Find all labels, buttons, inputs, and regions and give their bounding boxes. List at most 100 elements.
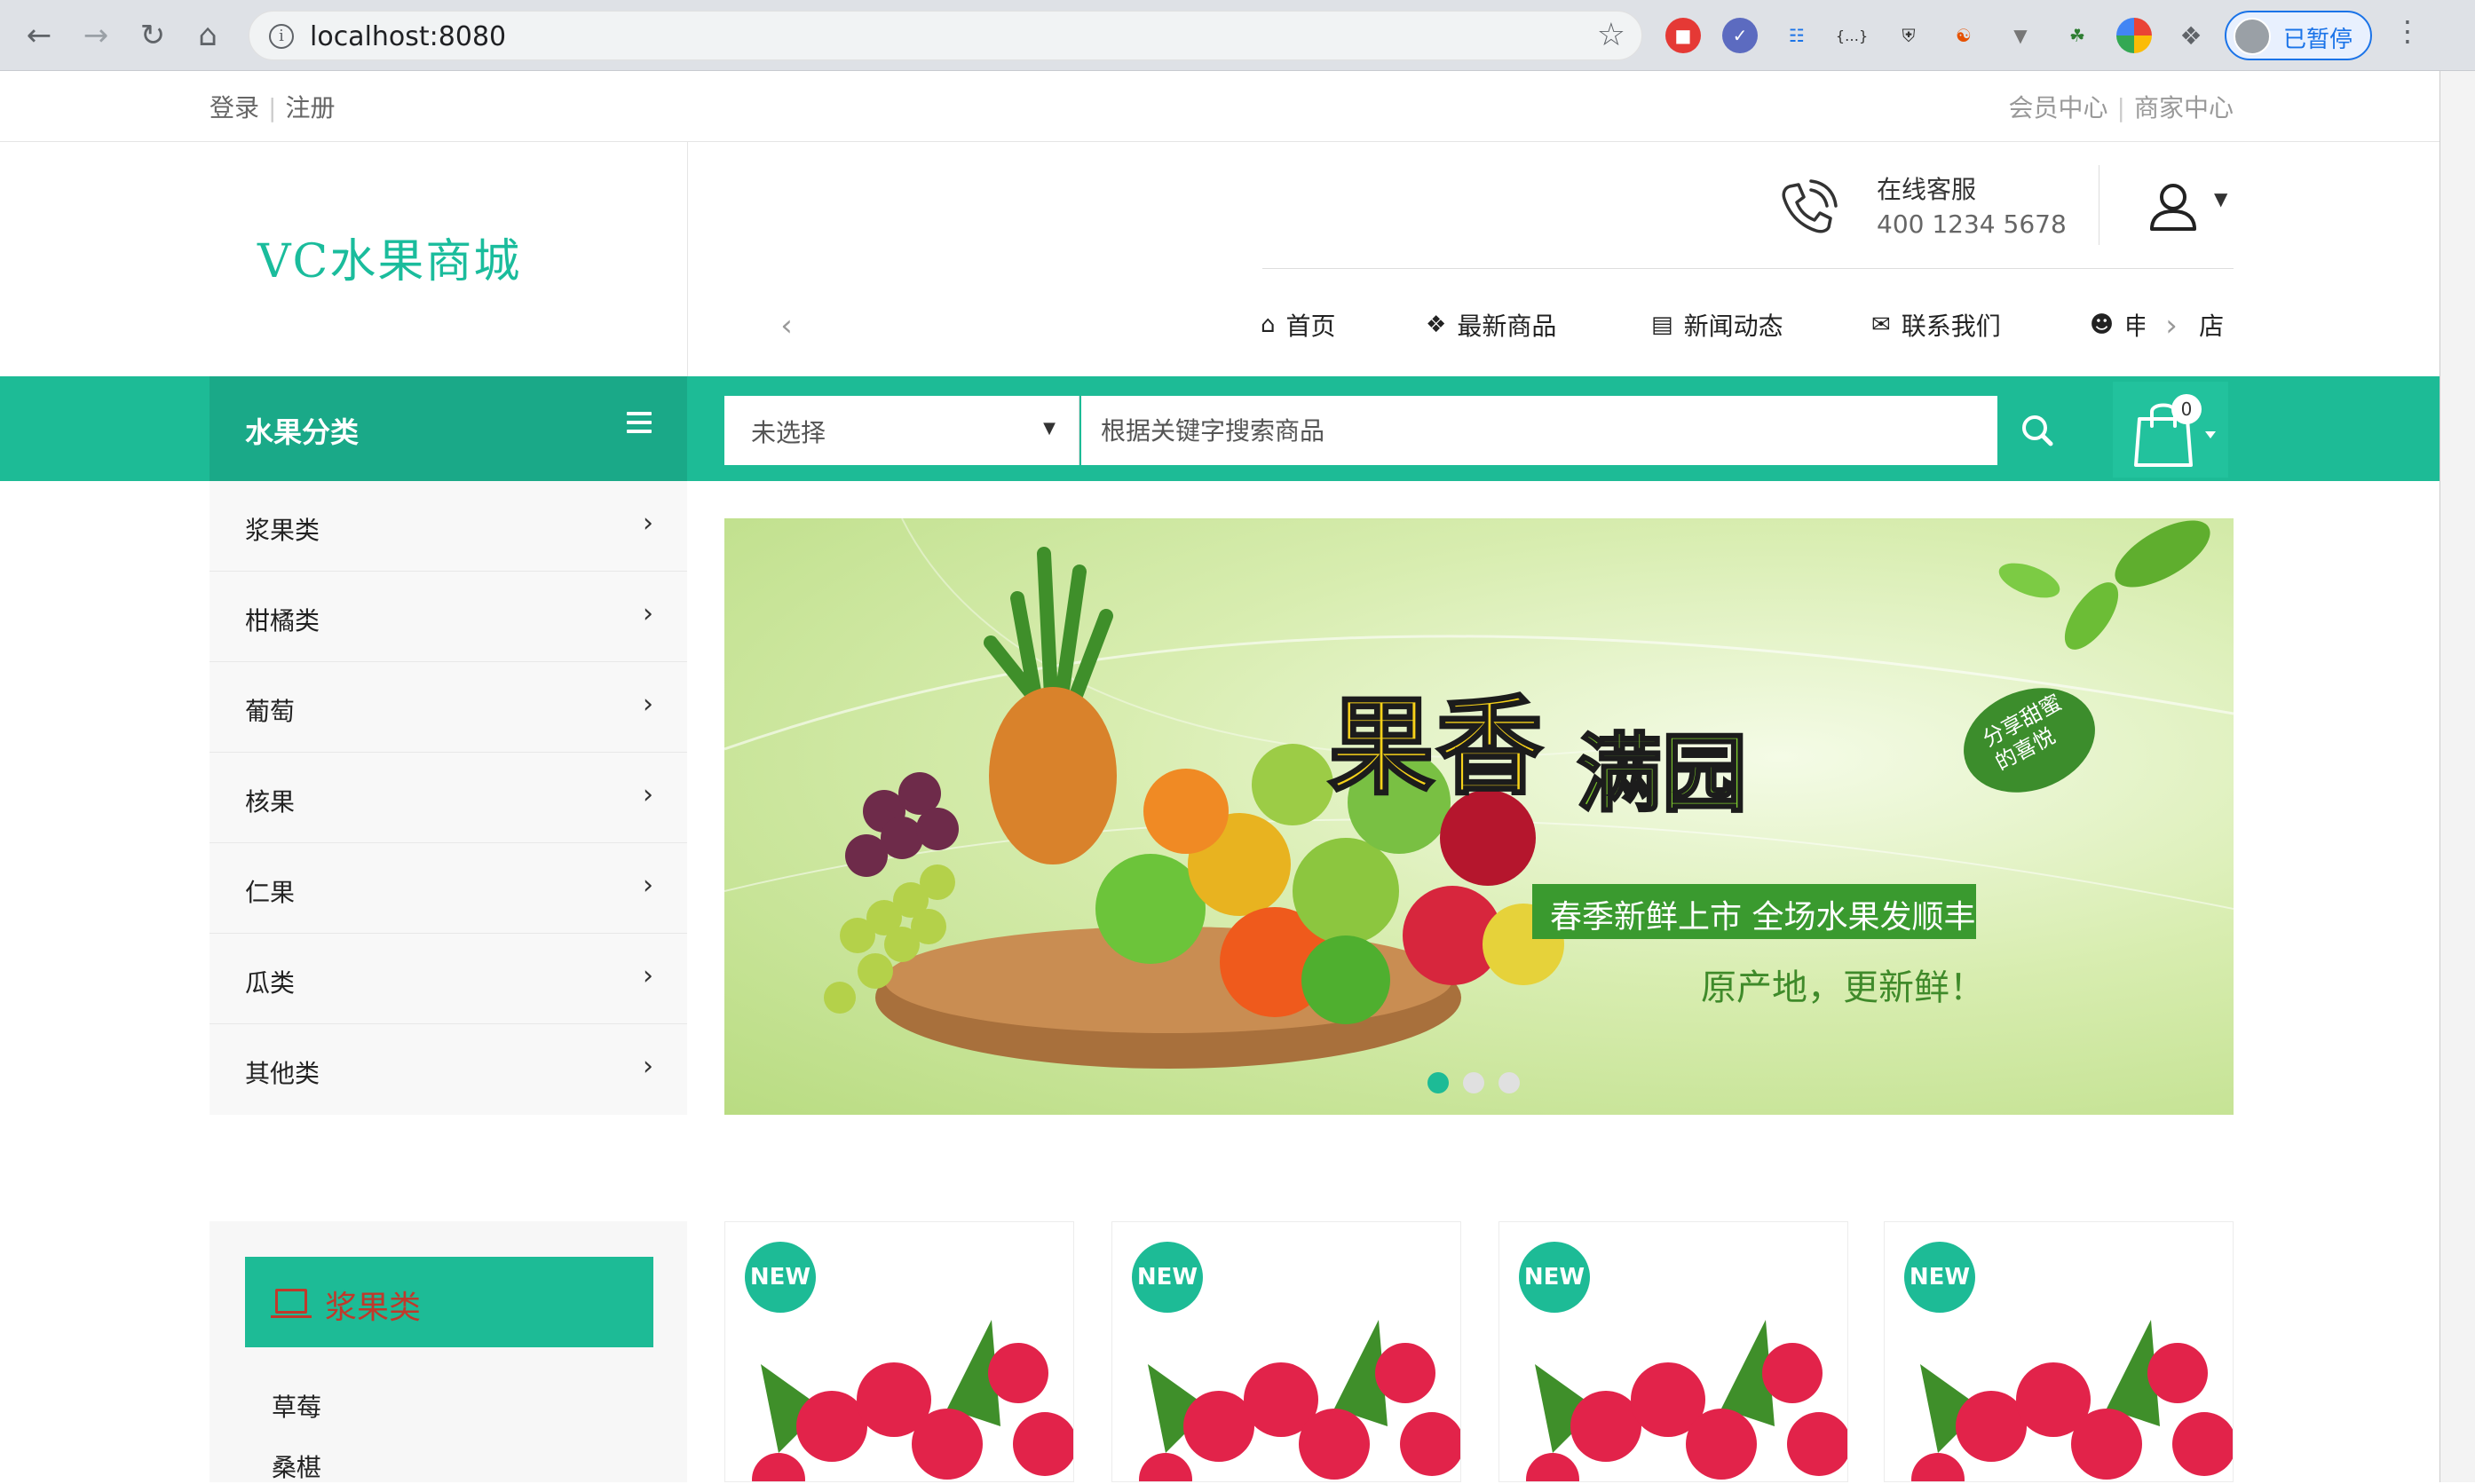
fruit-banner-image: [724, 518, 2234, 1069]
puzzle-extensions-icon[interactable]: ❖: [2173, 18, 2209, 53]
banner-subtitle: 春季新鲜上市 全场水果发顺丰: [1550, 899, 1976, 935]
category-item[interactable]: 其他类 ›: [210, 1024, 687, 1115]
leaf-extension-icon[interactable]: ☘: [2060, 18, 2095, 53]
chevron-right-icon: ›: [643, 508, 653, 539]
address-bar[interactable]: i localhost:8080 ☆: [249, 11, 1642, 60]
envelope-icon: ✉: [1871, 312, 1891, 338]
banner-tagline: 原产地，更新鲜！: [1701, 967, 1985, 1008]
carousel-dot-3[interactable]: [1498, 1072, 1520, 1093]
subcategory-link[interactable]: 草莓: [272, 1388, 321, 1424]
carousel-dot-1[interactable]: [1427, 1072, 1449, 1093]
category-item-label: 其他类: [245, 1059, 320, 1088]
category-item-label: 核果: [245, 787, 296, 817]
check-extension-icon[interactable]: ✓: [1722, 18, 1758, 53]
banner-carousel[interactable]: 果香 满园 分享甜蜜的喜悦 春季新鲜上市 全场水果发顺丰 原产地，更新鲜！: [724, 518, 2234, 1115]
customer-service-phone: 400 1234 5678: [1877, 209, 2067, 239]
user-plus-icon: ☻: [2090, 312, 2115, 338]
nav-news[interactable]: ▤ 新闻动态: [1651, 307, 1783, 343]
devtools-panel-edge: [2439, 71, 2475, 1482]
new-badge: NEW: [1904, 1242, 1975, 1313]
cart-count-badge: 0: [2171, 394, 2202, 424]
category-header-title: 水果分类: [245, 415, 360, 449]
browser-menu-icon[interactable]: ⋮: [2393, 14, 2422, 48]
category-item-label: 浆果类: [245, 516, 320, 545]
profile-button[interactable]: 已暂停: [2225, 11, 2372, 60]
member-center-link[interactable]: 会员中心: [2009, 93, 2108, 122]
cart-button[interactable]: [2113, 382, 2228, 478]
search-button[interactable]: [1997, 396, 2077, 465]
carousel-dot-2[interactable]: [1463, 1072, 1484, 1093]
browser-toolbar: ← → ↻ ⌂ i localhost:8080 ☆ ■ ✓ ☷ {…} ⛨ ☯…: [0, 0, 2475, 71]
subcategory-link[interactable]: 桑椹: [272, 1448, 321, 1484]
home-browser-icon[interactable]: ⌂: [186, 14, 229, 57]
product-card[interactable]: NEW: [1884, 1221, 2234, 1482]
search-category-select[interactable]: 未选择 ▼: [724, 396, 1079, 465]
merchant-center-link[interactable]: 商家中心: [2134, 93, 2234, 122]
register-link[interactable]: 注册: [285, 93, 335, 122]
reload-icon[interactable]: ↻: [131, 14, 174, 57]
chevron-right-icon: ›: [643, 1051, 653, 1082]
product-card[interactable]: NEW: [1498, 1221, 1848, 1482]
banner-title-part2: 满园: [1576, 723, 1749, 825]
home-icon: ⌂: [1261, 312, 1276, 338]
site-logo[interactable]: VC水果商城: [257, 224, 521, 290]
category-item-label: 瓜类: [245, 968, 296, 998]
category-item-label: 葡萄: [245, 697, 296, 726]
avatar: [2234, 18, 2271, 55]
product-card[interactable]: NEW: [1111, 1221, 1461, 1482]
cubes-icon: ❖: [1426, 312, 1447, 338]
search-icon: [2022, 415, 2053, 446]
nav-home[interactable]: ⌂ 首页: [1261, 307, 1336, 343]
product-card[interactable]: NEW: [724, 1221, 1074, 1482]
category-item[interactable]: 瓜类 ›: [210, 934, 687, 1024]
new-badge: NEW: [1132, 1242, 1203, 1313]
category-item[interactable]: 葡萄 ›: [210, 662, 687, 753]
sitemap-extension-icon[interactable]: ☯: [1946, 18, 1981, 53]
forward-icon[interactable]: →: [75, 14, 117, 57]
json-extension-icon[interactable]: {…}: [1834, 18, 1870, 53]
section-header[interactable]: 浆果类: [245, 1257, 653, 1347]
category-item[interactable]: 柑橘类 ›: [210, 572, 687, 662]
chrome-extension-icon[interactable]: [2116, 18, 2152, 53]
top-bar: 登录 | 注册 会员中心 | 商家中心: [0, 71, 2439, 142]
user-icon[interactable]: [2147, 179, 2200, 233]
vue-extension-icon[interactable]: ▼: [2003, 18, 2038, 53]
chevron-right-icon: ›: [643, 779, 653, 810]
section-title: 浆果类: [325, 1290, 422, 1326]
category-item[interactable]: 浆果类 ›: [210, 481, 687, 572]
chevron-right-icon: ›: [643, 960, 653, 991]
carousel-next-button[interactable]: ›: [2145, 300, 2198, 353]
category-header[interactable]: 水果分类: [210, 376, 687, 481]
site-info-icon[interactable]: i: [269, 24, 294, 49]
nav-contact[interactable]: ✉ 联系我们: [1871, 307, 2001, 343]
shopping-bag-icon: [2134, 403, 2216, 467]
search-input[interactable]: [1081, 396, 1997, 465]
search-category-value: 未选择: [751, 418, 826, 447]
user-dropdown-caret-icon[interactable]: ▼: [2214, 188, 2227, 209]
category-item-label: 仁果: [245, 878, 296, 907]
chevron-right-icon: ›: [643, 689, 653, 720]
category-item[interactable]: 核果 ›: [210, 753, 687, 843]
category-sidebar: 浆果类 › 柑橘类 › 葡萄 › 核果 › 仁果 › 瓜类 › 其他类 ›: [210, 481, 687, 1115]
chevron-down-icon: ▼: [1043, 419, 1056, 438]
category-item[interactable]: 仁果 ›: [210, 843, 687, 934]
nav-latest-products[interactable]: ❖ 最新商品: [1426, 307, 1556, 343]
profile-status: 已暂停: [2283, 27, 2353, 53]
carousel-prev-button[interactable]: ‹: [760, 300, 813, 353]
login-link[interactable]: 登录: [210, 93, 259, 122]
back-icon[interactable]: ←: [18, 14, 60, 57]
translate-extension-icon[interactable]: ☷: [1779, 18, 1815, 53]
newspaper-icon: ▤: [1651, 312, 1673, 338]
chevron-right-icon: ›: [643, 870, 653, 901]
hamburger-menu-icon[interactable]: [627, 412, 652, 433]
site-header: VC水果商城 在线客服 400 1234 5678 ▼ ⌂ 首页 ❖ 最新商品 ▤ 新…: [0, 142, 2439, 376]
new-badge: NEW: [1519, 1242, 1590, 1313]
banner-title-part1: 果香: [1327, 685, 1545, 811]
bookmark-star-icon[interactable]: ☆: [1597, 17, 1625, 53]
chevron-right-icon: ›: [643, 598, 653, 629]
category-item-label: 柑橘类: [245, 606, 320, 635]
phone-icon: [1782, 179, 1838, 233]
adblock-extension-icon[interactable]: ■: [1665, 18, 1701, 53]
shield-extension-icon[interactable]: ⛨: [1891, 18, 1926, 53]
laptop-icon: [271, 1289, 312, 1318]
